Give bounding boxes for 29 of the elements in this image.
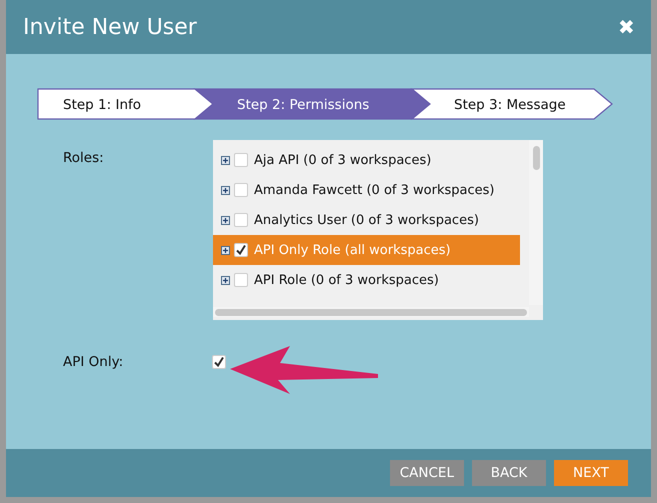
role-item[interactable]: Aja API (0 of 3 workspaces)	[213, 145, 520, 175]
role-label: API Role (0 of 3 workspaces)	[254, 272, 439, 288]
role-item[interactable]: Analytics User (0 of 3 workspaces)	[213, 205, 520, 235]
api-only-checkbox[interactable]	[212, 355, 226, 369]
role-checkbox[interactable]	[234, 183, 248, 197]
dialog-title: Invite New User	[23, 14, 197, 40]
role-checkbox[interactable]	[234, 213, 248, 227]
api-only-label: API Only:	[62, 354, 124, 370]
role-checkbox[interactable]	[234, 273, 248, 287]
expand-icon[interactable]	[221, 276, 230, 284]
scrollbar[interactable]	[529, 140, 543, 305]
role-label: Aja API (0 of 3 workspaces)	[254, 152, 432, 168]
expand-icon[interactable]	[221, 246, 230, 254]
close-button[interactable]: ✖	[618, 14, 635, 40]
role-checkbox[interactable]	[234, 243, 248, 257]
expand-icon[interactable]	[221, 216, 230, 224]
role-checkbox[interactable]	[234, 153, 248, 167]
expand-icon[interactable]	[221, 156, 230, 164]
role-item[interactable]: API Role (0 of 3 workspaces)	[213, 265, 520, 295]
expand-icon[interactable]	[221, 186, 230, 194]
scrollbar[interactable]	[213, 307, 529, 317]
step-tab[interactable]: Step 1: Info	[37, 88, 214, 120]
role-label: API Only Role (all workspaces)	[254, 242, 451, 258]
step-tab[interactable]: Step 2: Permissions	[193, 88, 431, 120]
role-label: Amanda Fawcett (0 of 3 workspaces)	[254, 182, 494, 198]
step-tab[interactable]: Step 3: Message	[410, 88, 613, 120]
role-label: Analytics User (0 of 3 workspaces)	[254, 212, 479, 228]
roles-label: Roles:	[62, 150, 105, 168]
role-item[interactable]: Amanda Fawcett (0 of 3 workspaces)	[213, 175, 520, 205]
